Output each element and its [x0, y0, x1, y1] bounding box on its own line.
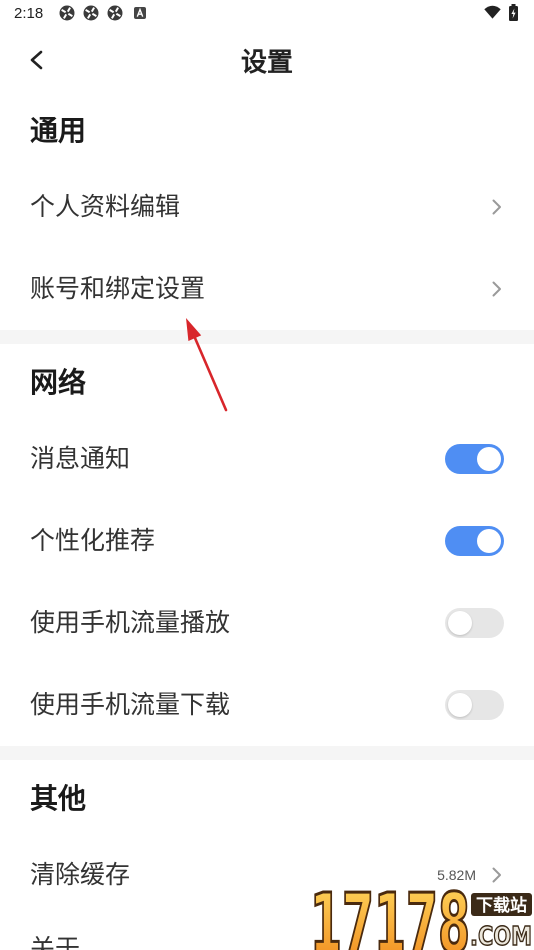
- settings-item-label: 关于: [30, 936, 504, 950]
- section-title: 通用: [30, 114, 87, 147]
- section-title: 其他: [30, 782, 87, 815]
- section-divider: [0, 746, 534, 760]
- settings-item-label: 清除缓存: [30, 860, 131, 889]
- settings-item-label: 使用手机流量播放: [30, 608, 231, 637]
- status-bar: 2:18: [0, 0, 534, 28]
- app-header: 设置: [0, 28, 534, 92]
- section-other: 其他 清除缓存 5.82M 关于: [0, 760, 534, 950]
- page-title: 设置: [240, 47, 293, 78]
- back-button[interactable]: [24, 44, 48, 76]
- chevron-right-icon: [491, 198, 503, 216]
- section-network: 网络 消息通知 个性化推荐 使用手机流量播放 使用手机流量下载: [0, 344, 534, 746]
- settings-item-label: 使用手机流量下载: [30, 690, 231, 719]
- settings-item-mobile-data-playback: 使用手机流量播放: [0, 582, 534, 664]
- section-general: 通用 个人资料编辑 账号和绑定设置: [0, 92, 534, 330]
- settings-item-personalized-recommendation: 个性化推荐: [0, 500, 534, 582]
- battery-charging-icon: [508, 4, 519, 21]
- settings-item-about[interactable]: 关于: [0, 916, 534, 950]
- message-notification-toggle[interactable]: [445, 444, 504, 474]
- wifi-icon: [484, 5, 501, 19]
- a-box-icon: [134, 7, 146, 19]
- toggle-knob: [477, 529, 501, 553]
- settings-item-mobile-data-download: 使用手机流量下载: [0, 664, 534, 746]
- toggle-knob: [448, 611, 472, 635]
- personalized-recommendation-toggle[interactable]: [445, 526, 504, 556]
- settings-item-label: 消息通知: [30, 444, 131, 473]
- chevron-right-icon: [491, 866, 503, 884]
- app-badge-icon: [107, 5, 123, 21]
- mobile-data-download-toggle[interactable]: [445, 690, 504, 720]
- app-badge-icon: [83, 5, 99, 21]
- settings-item-message-notification: 消息通知: [0, 418, 534, 500]
- toggle-knob: [448, 693, 472, 717]
- status-time: 2:18: [14, 5, 44, 22]
- settings-item-profile-edit[interactable]: 个人资料编辑: [0, 166, 534, 248]
- settings-item-label: 个人资料编辑: [30, 192, 181, 221]
- chevron-right-icon: [491, 280, 503, 298]
- chevron-left-icon: [30, 50, 43, 70]
- settings-item-label: 账号和绑定设置: [30, 274, 206, 303]
- cache-size-value: 5.82M: [437, 867, 476, 883]
- toggle-knob: [477, 447, 501, 471]
- settings-item-account-binding[interactable]: 账号和绑定设置: [0, 248, 534, 330]
- settings-list: 通用 个人资料编辑 账号和绑定设置 网络 消息通知 个性化推荐 使用手机流量播放: [0, 92, 534, 950]
- section-divider: [0, 330, 534, 344]
- settings-item-clear-cache[interactable]: 清除缓存 5.82M: [0, 834, 534, 916]
- mobile-data-playback-toggle[interactable]: [445, 608, 504, 638]
- section-title: 网络: [30, 366, 87, 399]
- settings-item-label: 个性化推荐: [30, 526, 156, 555]
- app-badge-icon: [59, 5, 75, 21]
